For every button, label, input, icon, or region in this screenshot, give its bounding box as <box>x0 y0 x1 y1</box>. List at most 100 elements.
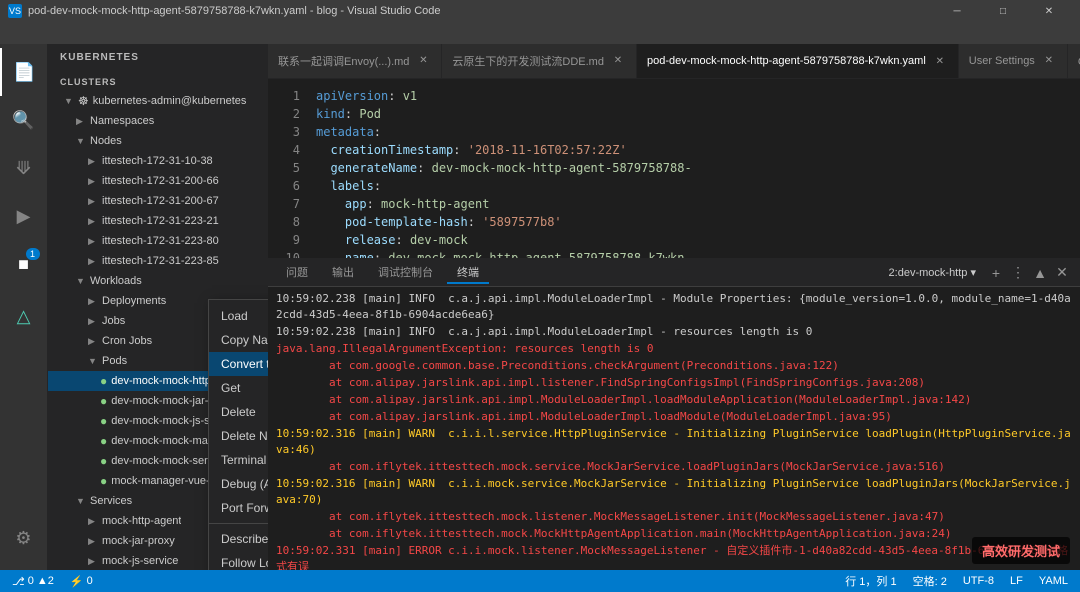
workloads-item[interactable]: ▼ Workloads <box>48 271 268 291</box>
workloads-label: Workloads <box>90 275 142 287</box>
code-editor[interactable]: 12345 678910 1112 apiVersion: v1 kind: P… <box>268 79 1080 259</box>
language-label: YAML <box>1039 575 1068 587</box>
encoding-status[interactable]: UTF-8 <box>959 575 998 587</box>
node-item-4[interactable]: ▶ ittestech-172-31-223-21 <box>48 211 268 231</box>
main-layout: 📄 🔍 ⟱ ▶ ■ 1 △ ⚙ KUBERNETES CLUSTERS ▼ ☸ … <box>0 44 1080 570</box>
tab-1[interactable]: 联系一起调调Envoy(...).md ✕ <box>268 44 442 78</box>
node-item-3[interactable]: ▶ ittestech-172-31-200-67 <box>48 191 268 211</box>
search-activity-icon[interactable]: 🔍 <box>0 96 48 144</box>
panel-split-button[interactable]: ⋮ <box>1008 263 1028 283</box>
context-menu-follow-logs[interactable]: Follow Logs <box>209 551 268 570</box>
git-branch-icon: ⎇ <box>12 575 25 588</box>
node-item-1[interactable]: ▶ ittestech-172-31-10-38 <box>48 151 268 171</box>
window-title: pod-dev-mock-mock-http-agent-5879758788-… <box>28 5 441 17</box>
node-item-6[interactable]: ▶ ittestech-172-31-223-85 <box>48 251 268 271</box>
close-button[interactable]: ✕ <box>1026 0 1072 22</box>
language-status[interactable]: YAML <box>1035 575 1072 587</box>
menu-bar <box>0 22 1080 44</box>
panel-area: 问题 输出 调试控制台 终端 2:dev-mock-http ▾ + ⋮ ▲ ✕… <box>268 259 1080 570</box>
panel-close-button[interactable]: ✕ <box>1052 263 1072 283</box>
nodes-label: Nodes <box>90 135 122 147</box>
minimize-button[interactable]: ─ <box>934 0 980 22</box>
tab-4-label: User Settings <box>969 55 1035 67</box>
extensions-activity-icon[interactable]: ■ 1 <box>0 240 48 288</box>
editor-content: 12345 678910 1112 apiVersion: v1 kind: P… <box>268 79 1080 570</box>
maximize-button[interactable]: □ <box>980 0 1026 22</box>
tab-3-label: pod-dev-mock-mock-http-agent-5879758788-… <box>647 55 926 67</box>
panel-maximize-button[interactable]: ▲ <box>1030 263 1050 283</box>
errors-status[interactable]: ⚡ 0 <box>66 575 97 588</box>
tab-3[interactable]: pod-dev-mock-mock-http-agent-5879758788-… <box>637 44 959 78</box>
node-item-2[interactable]: ▶ ittestech-172-31-200-66 <box>48 171 268 191</box>
context-menu-debug[interactable]: Debug (Attach) <box>209 472 268 496</box>
window-controls[interactable]: ─ □ ✕ <box>934 0 1072 22</box>
tab-4-close[interactable]: ✕ <box>1041 53 1057 69</box>
context-menu-copy-name[interactable]: Copy Name <box>209 328 268 352</box>
context-menu-separator <box>209 523 268 524</box>
context-menu: Load Copy Name Convert to Template Get D… <box>208 299 268 570</box>
explorer-activity-icon[interactable]: 📄 <box>0 48 48 96</box>
encoding-label: UTF-8 <box>963 575 994 587</box>
context-menu-terminal[interactable]: Terminal <box>209 448 268 472</box>
context-menu-describe[interactable]: Describe <box>209 527 268 551</box>
panel-tab-output[interactable]: 输出 <box>322 262 364 284</box>
errors-icon: ⚡ <box>70 575 84 588</box>
cluster-label: kubernetes-admin@kubernetes <box>93 95 247 107</box>
sidebar-header: KUBERNETES <box>48 44 268 67</box>
spaces-label: 空格: 2 <box>913 573 947 589</box>
panel-tab-debug[interactable]: 调试控制台 <box>368 262 443 284</box>
context-menu-convert-to-template[interactable]: Convert to Template <box>209 352 268 376</box>
panel-tab-issues[interactable]: 问题 <box>276 262 318 284</box>
spaces-status[interactable]: 空格: 2 <box>909 573 951 589</box>
panel-tabs: 问题 输出 调试控制台 终端 2:dev-mock-http ▾ + ⋮ ▲ ✕ <box>268 259 1080 287</box>
node-item-5[interactable]: ▶ ittestech-172-31-223-80 <box>48 231 268 251</box>
tab-1-label: 联系一起调调Envoy(...).md <box>278 53 409 69</box>
git-branch-label: 0 ▲2 <box>28 575 54 587</box>
status-right: 行 1，列 1 空格: 2 UTF-8 LF YAML <box>841 573 1072 589</box>
context-menu-delete[interactable]: Delete <box>209 400 268 424</box>
code-content[interactable]: apiVersion: v1 kind: Pod metadata: creat… <box>308 79 1080 258</box>
context-menu-get[interactable]: Get <box>209 376 268 400</box>
status-bar: ⎇ 0 ▲2 ⚡ 0 行 1，列 1 空格: 2 UTF-8 LF YAML <box>0 570 1080 592</box>
terminal-output[interactable]: 10:59:02.238 [main] INFO c.a.j.api.impl.… <box>268 287 1080 570</box>
sidebar: KUBERNETES CLUSTERS ▼ ☸ kubernetes-admin… <box>48 44 268 570</box>
errors-label: 0 <box>87 575 93 587</box>
clusters-label: CLUSTERS <box>48 69 268 91</box>
pods-label: Pods <box>102 355 127 367</box>
tab-5[interactable]: Go - 与Python的两webterm'inal ✕ <box>1068 44 1080 78</box>
settings-activity-icon[interactable]: ⚙ <box>0 514 48 562</box>
context-menu-port-forward[interactable]: Port Forward <box>209 496 268 520</box>
git-activity-icon[interactable]: ⟱ <box>0 144 48 192</box>
panel-add-button[interactable]: + <box>986 263 1006 283</box>
line-numbers: 12345 678910 1112 <box>268 79 308 258</box>
tab-4[interactable]: User Settings ✕ <box>959 44 1068 78</box>
app-icon: VS <box>8 4 22 18</box>
nodes-item[interactable]: ▼ Nodes <box>48 131 268 151</box>
eol-status[interactable]: LF <box>1006 575 1027 587</box>
tab-2-close[interactable]: ✕ <box>610 53 626 69</box>
git-branch-status[interactable]: ⎇ 0 ▲2 <box>8 575 58 588</box>
activity-bar: 📄 🔍 ⟱ ▶ ■ 1 △ ⚙ <box>0 44 48 570</box>
status-left: ⎇ 0 ▲2 ⚡ 0 <box>8 575 97 588</box>
eol-label: LF <box>1010 575 1023 587</box>
cursor-position-label: 行 1，列 1 <box>845 573 896 589</box>
tab-2[interactable]: 云原生下的开发测试流DDE.md ✕ <box>442 44 637 78</box>
expand-arrow: ▼ <box>64 96 74 106</box>
panel-terminal-label[interactable]: 2:dev-mock-http ▾ <box>881 266 984 279</box>
tab-1-close[interactable]: ✕ <box>415 53 431 69</box>
editor-area: 联系一起调调Envoy(...).md ✕ 云原生下的开发测试流DDE.md ✕… <box>268 44 1080 570</box>
tab-2-label: 云原生下的开发测试流DDE.md <box>452 53 604 69</box>
context-menu-delete-now[interactable]: Delete Now <box>209 424 268 448</box>
context-menu-load[interactable]: Load <box>209 304 268 328</box>
namespaces-label: Namespaces <box>90 115 154 127</box>
tab-bar: 联系一起调调Envoy(...).md ✕ 云原生下的开发测试流DDE.md ✕… <box>268 44 1080 79</box>
kubernetes-activity-icon[interactable]: △ <box>0 292 48 340</box>
cursor-position[interactable]: 行 1，列 1 <box>841 573 900 589</box>
namespaces-item[interactable]: ▶ Namespaces <box>48 111 268 131</box>
panel-tab-terminal[interactable]: 终端 <box>447 262 489 284</box>
debug-activity-icon[interactable]: ▶ <box>0 192 48 240</box>
tab-3-close[interactable]: ✕ <box>932 53 948 69</box>
watermark: 高效研发测试 <box>972 537 1070 564</box>
title-bar: VS pod-dev-mock-mock-http-agent-58797587… <box>0 0 1080 22</box>
cluster-item[interactable]: ▼ ☸ kubernetes-admin@kubernetes <box>48 91 268 111</box>
